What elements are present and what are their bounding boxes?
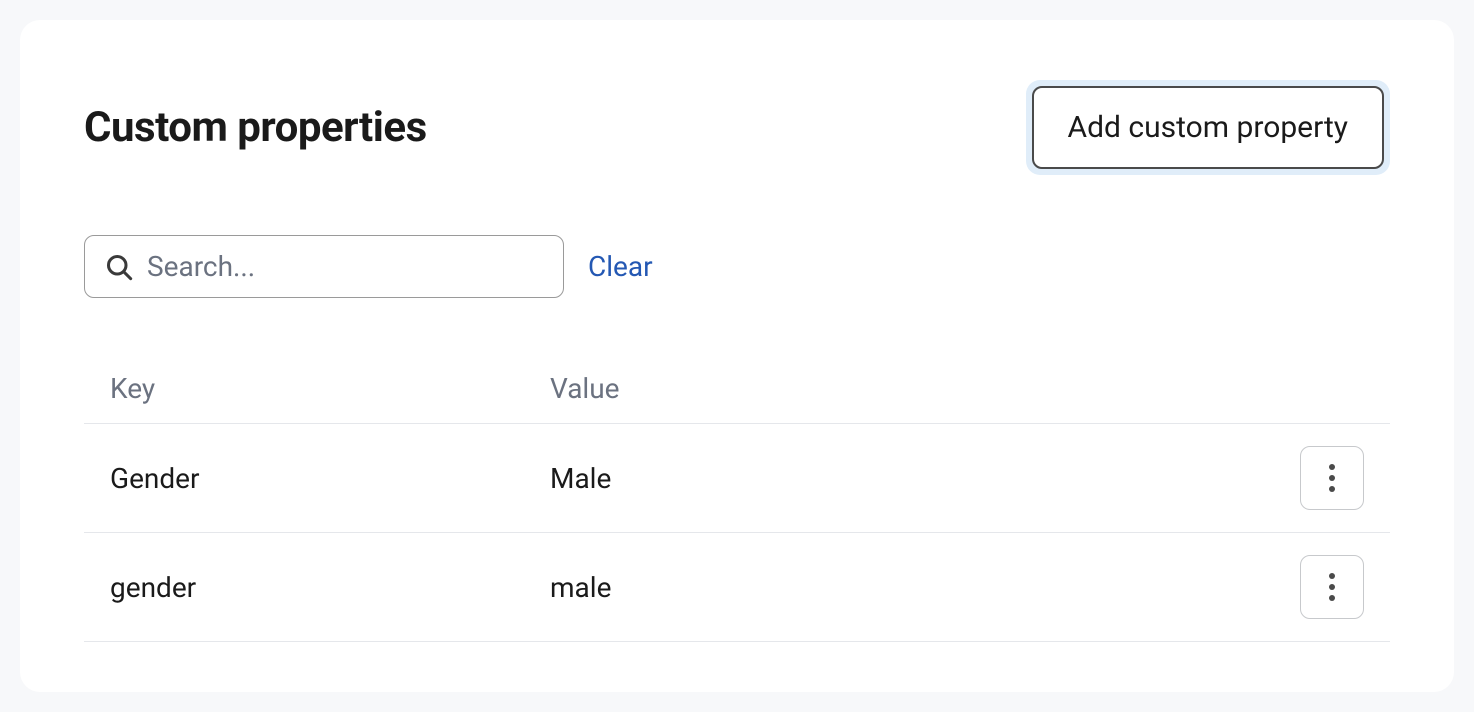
row-actions-button[interactable] xyxy=(1300,446,1364,510)
table-row: gender male xyxy=(84,533,1390,642)
search-icon xyxy=(105,253,133,281)
clear-button[interactable]: Clear xyxy=(588,250,653,283)
panel-header: Custom properties Add custom property xyxy=(84,80,1390,175)
cell-actions xyxy=(1254,555,1364,619)
search-row: Clear xyxy=(84,235,1390,298)
cell-actions xyxy=(1254,446,1364,510)
custom-properties-panel: Custom properties Add custom property Cl… xyxy=(20,20,1454,692)
table-header: Key Value xyxy=(84,354,1390,424)
column-header-actions xyxy=(1254,372,1364,405)
kebab-icon xyxy=(1328,572,1336,602)
add-custom-property-button[interactable]: Add custom property xyxy=(1032,86,1384,169)
kebab-icon xyxy=(1328,463,1336,493)
cell-key: Gender xyxy=(110,462,550,495)
cell-key: gender xyxy=(110,571,550,604)
add-button-focus-ring: Add custom property xyxy=(1026,80,1390,175)
column-header-value: Value xyxy=(550,372,1254,405)
row-actions-button[interactable] xyxy=(1300,555,1364,619)
table-row: Gender Male xyxy=(84,424,1390,533)
search-box[interactable] xyxy=(84,235,564,298)
search-input[interactable] xyxy=(147,250,543,283)
column-header-key: Key xyxy=(110,372,550,405)
cell-value: Male xyxy=(550,462,1254,495)
properties-table: Key Value Gender Male xyxy=(84,354,1390,642)
page-title: Custom properties xyxy=(84,103,427,152)
cell-value: male xyxy=(550,571,1254,604)
